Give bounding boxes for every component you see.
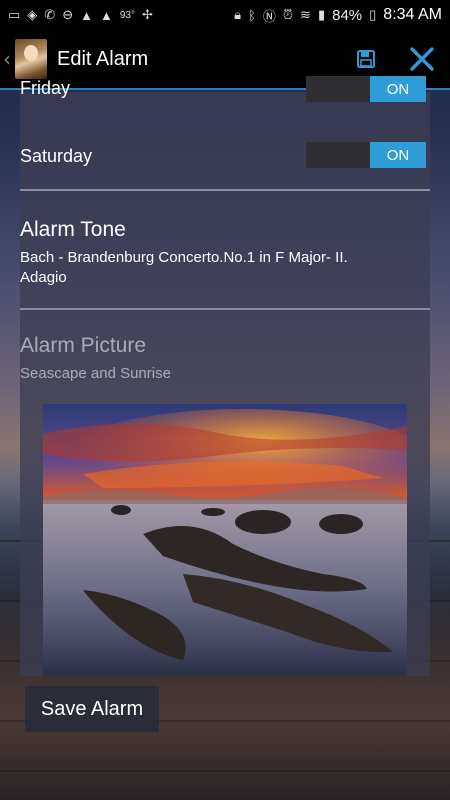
status-bar-left: ▭ ◈ ✆ ⊖ ▲ ▲ 93° ✢ (8, 7, 153, 23)
warning-icon: ▲ (99, 7, 113, 23)
fan-icon: ✢ (141, 7, 153, 22)
save-alarm-button[interactable]: Save Alarm (25, 686, 159, 732)
wifi-calling-icon: ◈ (27, 7, 38, 22)
signal-icon: ▮ (317, 7, 326, 22)
divider (20, 189, 430, 191)
toggle-on-label: ON (370, 76, 426, 102)
alarm-picture-title: Alarm Picture (20, 334, 147, 357)
status-bar-right: 🔒︎ ᛒ Ⓝ ⏰︎ ≋ ▮ 84% ▯ 8:34 AM (234, 6, 442, 25)
day-label: Friday (20, 78, 71, 98)
bluetooth-icon: ᛒ (248, 7, 256, 23)
clock-time: 8:34 AM (383, 6, 442, 23)
alarm-picture-value: Seascape and Sunrise (20, 365, 171, 382)
page-title: Edit Alarm (57, 47, 149, 70)
wifi-icon: ≋ (300, 7, 311, 22)
sand-ripple (0, 770, 450, 772)
do-not-disturb-icon: ⊖ (62, 7, 74, 22)
alarm-tone-title: Alarm Tone (20, 218, 126, 241)
day-toggle[interactable]: ON (306, 142, 426, 168)
battery-percent: 84% (332, 6, 363, 24)
back-chevron-icon[interactable]: ‹ (3, 47, 15, 71)
nfc-icon: Ⓝ (262, 8, 276, 24)
day-toggle[interactable]: ON (306, 76, 426, 102)
day-row-friday[interactable]: Friday ON (20, 76, 430, 108)
gallery-notification-icon: ▭ (8, 7, 21, 22)
day-label: Saturday (20, 146, 93, 166)
alarm-tone-value-line2: Adagio (20, 269, 67, 286)
floppy-disk-icon (357, 50, 375, 68)
warning-icon: ▲ (80, 7, 93, 23)
lock-icon: 🔒︎ (234, 7, 242, 22)
alarm-tone-value-line1: Bach - Brandenburg Concerto.No.1 in F Ma… (20, 249, 348, 266)
alarm-tone-row[interactable]: Alarm Tone Bach - Brandenburg Concerto.N… (20, 192, 430, 308)
close-icon (410, 47, 434, 71)
seascape-image (43, 404, 407, 676)
alarm-clock-icon: ⏰︎ (282, 7, 294, 22)
alarm-picture-preview[interactable] (43, 404, 407, 676)
battery-icon: ▯ (369, 7, 377, 22)
temperature-text: 93° (119, 9, 135, 21)
app-icon[interactable] (15, 39, 47, 79)
wifi-call-icon: ✆ (44, 7, 56, 22)
toggle-on-label: ON (370, 142, 426, 168)
alarm-picture-row[interactable]: Alarm Picture Seascape and Sunrise (20, 310, 430, 390)
status-bar: ▭ ◈ ✆ ⊖ ▲ ▲ 93° ✢ 🔒︎ ᛒ Ⓝ ⏰︎ ≋ ▮ 84% ▯ 8:… (0, 0, 450, 30)
day-row-saturday[interactable]: Saturday ON (20, 142, 430, 172)
